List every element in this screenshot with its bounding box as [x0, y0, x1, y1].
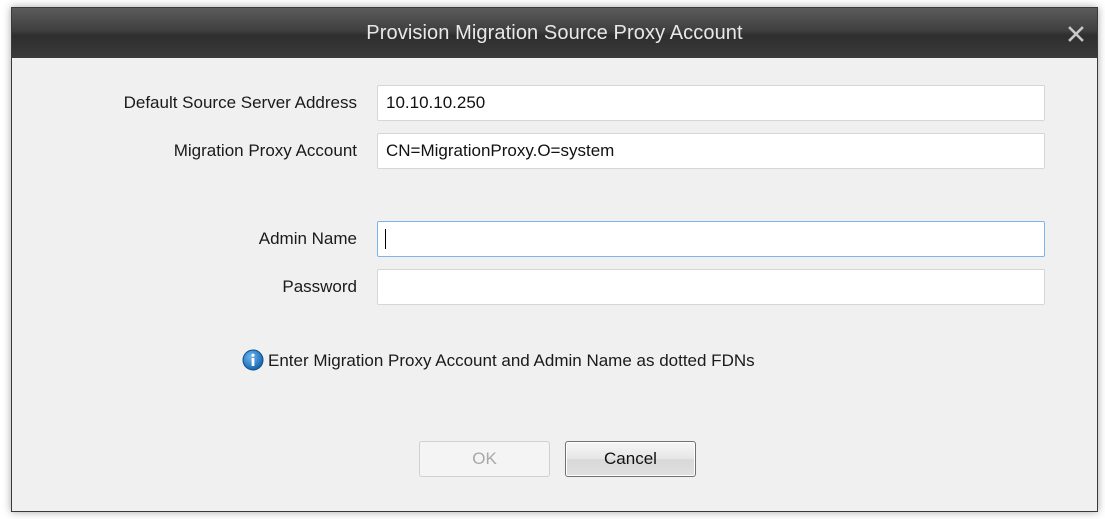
proxy-account-row: Migration Proxy Account: [12, 133, 1097, 169]
info-icon: [242, 349, 264, 371]
source-server-input[interactable]: [377, 85, 1045, 121]
title-bar: Provision Migration Source Proxy Account: [12, 8, 1097, 58]
password-row: Password: [12, 269, 1097, 305]
dialog-title: Provision Migration Source Proxy Account: [366, 22, 743, 44]
proxy-account-input[interactable]: [377, 133, 1045, 169]
proxy-account-label: Migration Proxy Account: [173, 141, 357, 160]
source-server-label: Default Source Server Address: [123, 93, 357, 112]
admin-name-input[interactable]: [377, 221, 1045, 257]
info-message: Enter Migration Proxy Account and Admin …: [242, 349, 755, 373]
info-text: Enter Migration Proxy Account and Admin …: [268, 351, 755, 370]
admin-name-row: Admin Name: [12, 221, 1097, 257]
ok-button[interactable]: OK: [419, 441, 550, 477]
password-label: Password: [282, 277, 357, 296]
admin-name-label: Admin Name: [258, 229, 357, 248]
source-server-row: Default Source Server Address: [12, 85, 1097, 121]
cancel-button[interactable]: Cancel: [565, 441, 696, 477]
text-caret: [385, 229, 386, 249]
provision-proxy-dialog: Provision Migration Source Proxy Account…: [11, 7, 1098, 512]
password-input[interactable]: [377, 269, 1045, 305]
close-icon[interactable]: [1065, 23, 1087, 45]
